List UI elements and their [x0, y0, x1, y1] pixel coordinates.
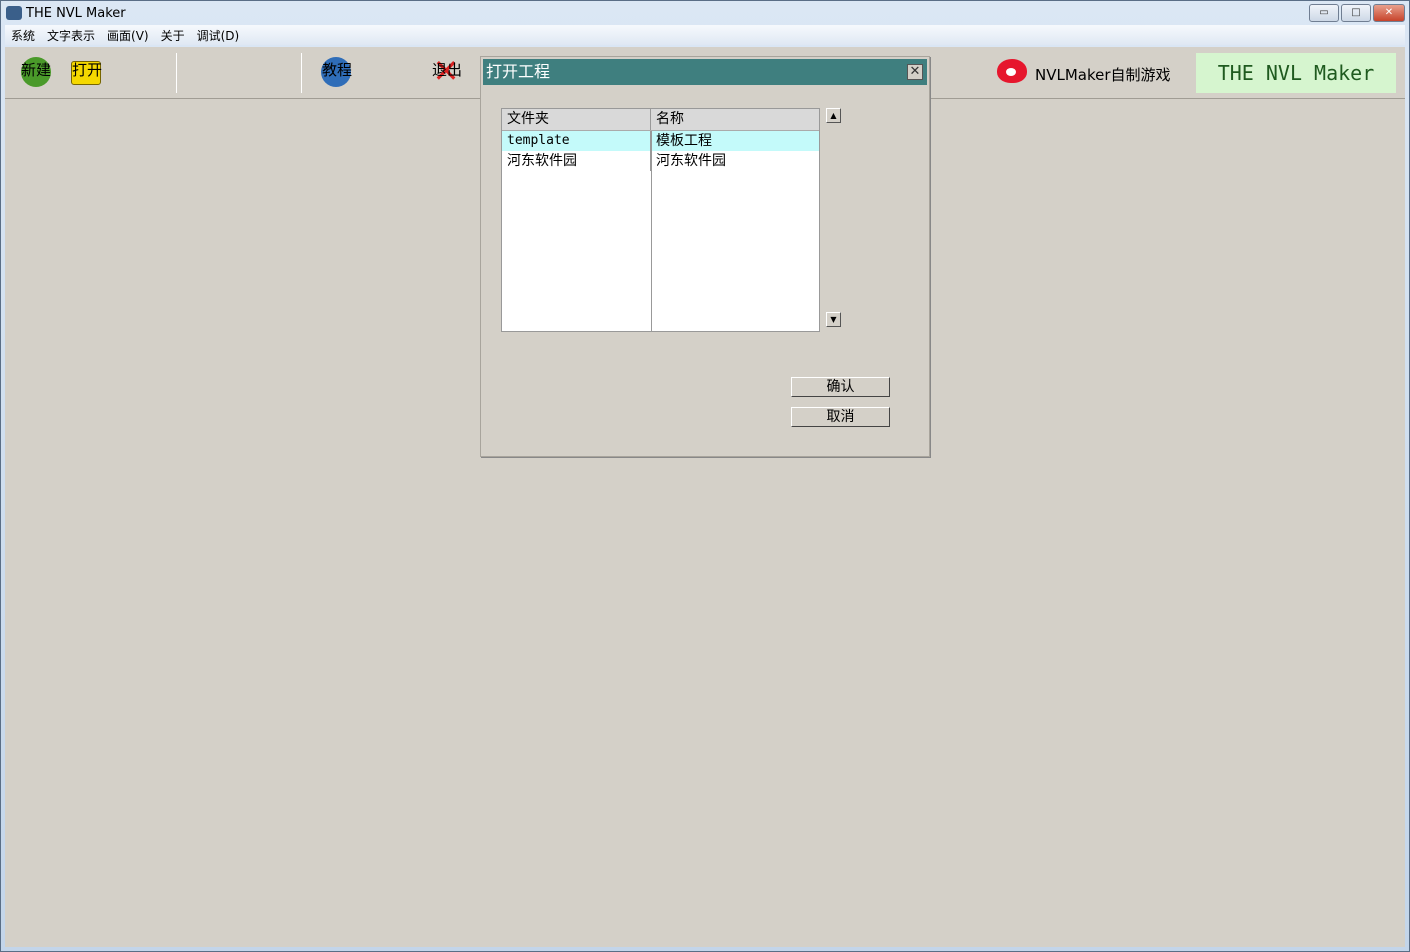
- scroll-up-button[interactable]: ▲: [826, 108, 841, 123]
- menu-view[interactable]: 画面(V): [101, 27, 155, 44]
- column-name[interactable]: 名称: [651, 109, 819, 130]
- dialog-close-button[interactable]: ✕: [907, 64, 923, 80]
- menu-about[interactable]: 关于: [155, 27, 191, 44]
- window-title: THE NVL Maker: [26, 6, 126, 21]
- maximize-button[interactable]: □: [1341, 4, 1371, 22]
- dialog-title-bar: 打开工程 ✕: [483, 59, 927, 85]
- open-project-dialog: 打开工程 ✕ 文件夹 名称 template 模板工程 河东软件园 河东软件园 …: [480, 56, 930, 457]
- tutorial-button[interactable]: 教程: [322, 59, 352, 80]
- app-icon: [6, 6, 22, 20]
- cell-name: 河东软件园: [656, 153, 726, 169]
- close-button[interactable]: ✕: [1373, 4, 1405, 22]
- title-bar: THE NVL Maker ▭ □ ✕: [1, 1, 1409, 25]
- confirm-button[interactable]: 确认: [791, 377, 890, 397]
- logo: THE NVL Maker: [1196, 53, 1396, 93]
- brand-link[interactable]: NVLMaker自制游戏: [1035, 64, 1171, 85]
- column-folder[interactable]: 文件夹: [502, 109, 651, 130]
- minimize-button[interactable]: ▭: [1309, 4, 1339, 22]
- cancel-button[interactable]: 取消: [791, 407, 890, 427]
- open-button[interactable]: 打开: [72, 59, 102, 80]
- exit-button[interactable]: 退出: [432, 59, 462, 80]
- menu-debug[interactable]: 调试(D): [191, 27, 246, 44]
- table-header: 文件夹 名称: [502, 109, 819, 131]
- menu-text[interactable]: 文字表示: [41, 27, 101, 44]
- new-button[interactable]: 新建: [21, 59, 51, 80]
- table-row[interactable]: 河东软件园 河东软件园: [502, 151, 819, 171]
- scroll-down-button[interactable]: ▼: [826, 312, 841, 327]
- menu-system[interactable]: 系统: [5, 27, 41, 44]
- menu-bar: 系统 文字表示 画面(V) 关于 调试(D): [5, 25, 1405, 45]
- project-table: 文件夹 名称 template 模板工程 河东软件园 河东软件园: [501, 108, 820, 332]
- separator: [176, 53, 177, 93]
- table-row[interactable]: template 模板工程: [502, 131, 819, 151]
- column-divider: [651, 131, 652, 331]
- cell-folder: 河东软件园: [502, 151, 651, 171]
- weibo-icon[interactable]: [997, 59, 1027, 83]
- cell-folder: template: [502, 131, 651, 151]
- separator: [301, 53, 302, 93]
- cell-name: 模板工程: [656, 133, 712, 149]
- dialog-title: 打开工程: [486, 62, 551, 81]
